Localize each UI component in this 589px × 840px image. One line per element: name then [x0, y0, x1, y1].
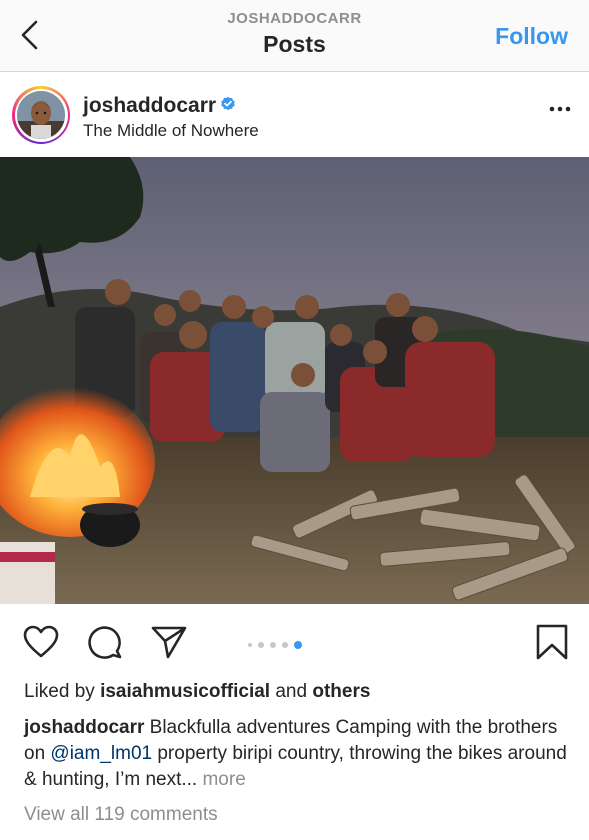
carousel-dot-active	[294, 641, 302, 649]
avatar[interactable]	[12, 86, 70, 144]
likes-joiner: and	[275, 681, 308, 702]
likes-summary[interactable]: Liked by isaiahmusicofficial and others	[24, 681, 370, 703]
like-button[interactable]	[22, 623, 60, 661]
comment-button[interactable]	[86, 623, 124, 661]
more-horizontal-icon	[549, 106, 571, 112]
carousel-dot	[258, 642, 264, 648]
save-button[interactable]	[533, 623, 571, 661]
top-nav-bar: JOSHADDOCARR Posts Follow	[0, 0, 589, 72]
carousel-dot	[270, 642, 276, 648]
post-username[interactable]: joshaddocarr	[83, 94, 216, 117]
comment-bubble-icon	[88, 626, 122, 659]
verified-badge-icon	[221, 97, 235, 111]
share-button[interactable]	[150, 623, 188, 661]
post-photo[interactable]	[0, 157, 589, 604]
liked-by-others[interactable]: others	[312, 681, 370, 702]
post-username-row[interactable]: joshaddocarr	[83, 94, 236, 118]
carousel-dot	[282, 642, 288, 648]
post-caption: joshaddocarr Blackfulla adventures Campi…	[24, 715, 572, 793]
avatar-image	[17, 91, 65, 139]
post-header: joshaddocarr The Middle of Nowhere	[0, 72, 589, 156]
heart-icon	[23, 625, 59, 658]
caption-more-link[interactable]: more	[202, 769, 245, 790]
bookmark-icon	[536, 624, 568, 660]
carousel-indicator	[248, 641, 302, 649]
post-action-bar	[0, 604, 589, 676]
caption-username[interactable]: joshaddocarr	[24, 717, 144, 738]
liked-by-user[interactable]: isaiahmusicofficial	[100, 681, 270, 702]
follow-button[interactable]: Follow	[495, 23, 568, 50]
post-location[interactable]: The Middle of Nowhere	[83, 121, 259, 141]
likes-prefix: Liked by	[24, 681, 95, 702]
more-options-button[interactable]	[547, 102, 573, 116]
caption-mention-link[interactable]: @iam_lm01	[50, 743, 152, 764]
campfire-group-photo	[0, 157, 589, 604]
paper-plane-icon	[151, 626, 187, 659]
view-comments-link[interactable]: View all 119 comments	[24, 804, 218, 826]
carousel-dot	[248, 643, 252, 647]
